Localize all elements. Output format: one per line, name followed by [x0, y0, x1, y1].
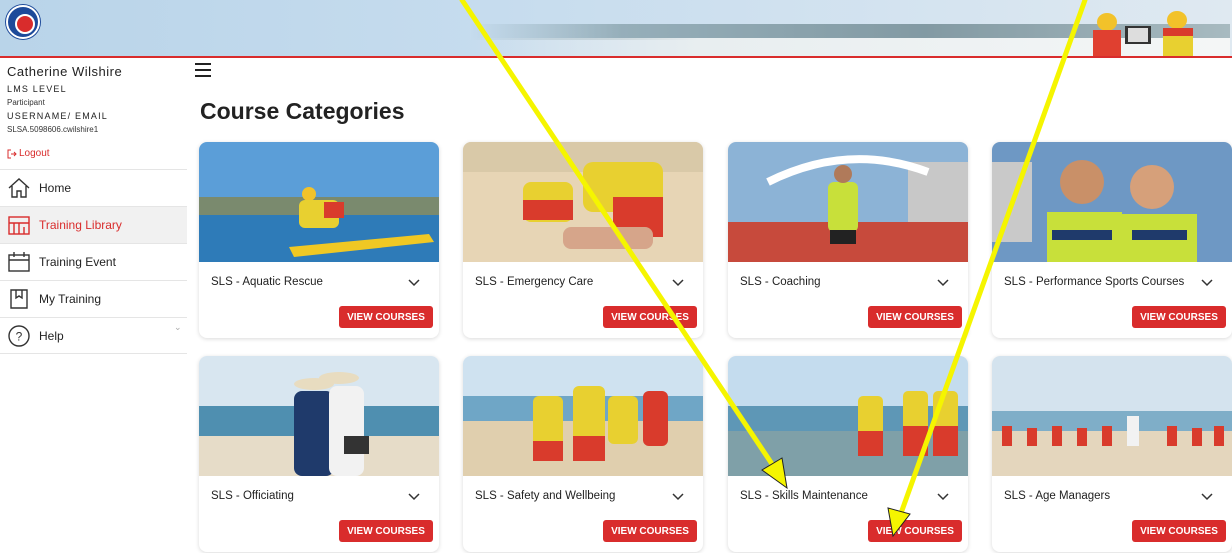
chevron-down-icon[interactable] — [407, 490, 421, 504]
officiating-image — [199, 356, 439, 476]
nav-label-help: Help — [39, 328, 64, 343]
svg-text:?: ? — [16, 329, 23, 343]
category-name: SLS - Aquatic Rescue — [211, 276, 323, 288]
banner-lifesavers-image — [1093, 11, 1193, 56]
username-value: SLSA.5098606.cwilshire1 — [7, 125, 99, 134]
coaching-image — [728, 142, 968, 262]
logout-icon — [7, 149, 17, 158]
help-icon: ? — [7, 324, 31, 348]
view-courses-button[interactable]: VIEW COURSES — [868, 306, 962, 328]
chevron-down-icon[interactable] — [936, 490, 950, 504]
category-card-performance-sports-courses[interactable]: SLS - Performance Sports Courses VIEW CO… — [992, 142, 1232, 338]
nav-item-training-library[interactable]: Training Library — [0, 206, 187, 243]
chevron-down-icon[interactable] — [671, 276, 685, 290]
aquatic-rescue-image — [199, 142, 439, 262]
category-name: SLS - Age Managers — [1004, 490, 1111, 502]
category-name: SLS - Coaching — [740, 276, 821, 288]
view-courses-button[interactable]: VIEW COURSES — [603, 306, 697, 328]
library-icon — [7, 213, 31, 237]
emergency-care-image — [463, 142, 703, 262]
sidebar: Catherine Wilshire LMS LEVEL Participant… — [0, 60, 187, 553]
chevron-down-icon[interactable] — [671, 490, 685, 504]
nav-label-training-library: Training Library — [39, 218, 122, 232]
chevron-down-icon[interactable] — [1200, 276, 1214, 290]
surf-life-saving-logo[interactable] — [6, 5, 40, 39]
app-root: Catherine Wilshire LMS LEVEL Participant… — [0, 0, 1232, 553]
view-courses-button[interactable]: VIEW COURSES — [1132, 306, 1226, 328]
nav-item-my-training[interactable]: My Training — [0, 280, 187, 317]
age-managers-image — [992, 356, 1232, 476]
category-card-safety-and-wellbeing[interactable]: SLS - Safety and Wellbeing VIEW COURSES — [463, 356, 703, 552]
view-courses-button[interactable]: VIEW COURSES — [339, 306, 433, 328]
lms-level-label: LMS LEVEL — [7, 84, 67, 94]
chevron-down-icon[interactable] — [1200, 490, 1214, 504]
logout-link[interactable]: Logout — [7, 148, 50, 159]
nav-item-training-event[interactable]: Training Event — [0, 243, 187, 280]
nav-label-home: Home — [39, 181, 72, 195]
username-label: USERNAME/ EMAIL — [7, 111, 109, 121]
home-icon — [7, 176, 31, 200]
nav-item-home[interactable]: Home — [0, 169, 187, 206]
chevron-down-icon[interactable] — [407, 276, 421, 290]
view-courses-button[interactable]: VIEW COURSES — [603, 520, 697, 542]
category-card-coaching[interactable]: SLS - Coaching VIEW COURSES — [728, 142, 968, 338]
page-title: Course Categories — [200, 98, 405, 124]
category-name: SLS - Skills Maintenance — [740, 490, 868, 502]
category-card-age-managers[interactable]: SLS - Age Managers VIEW COURSES — [992, 356, 1232, 552]
lms-level-value: Participant — [7, 98, 45, 107]
chevron-down-icon[interactable] — [936, 276, 950, 290]
logout-label: Logout — [19, 148, 50, 159]
category-name: SLS - Officiating — [211, 490, 294, 502]
safety-and-wellbeing-image — [463, 356, 703, 476]
book-icon — [7, 287, 31, 311]
calendar-icon — [7, 250, 31, 274]
nav-item-help[interactable]: ? Help — [0, 317, 187, 354]
user-name: Catherine Wilshire — [7, 64, 123, 79]
header-banner — [0, 0, 1232, 58]
category-name: SLS - Emergency Care — [475, 276, 594, 288]
performance-sports-image — [992, 142, 1232, 262]
category-name: SLS - Safety and Wellbeing — [475, 490, 616, 502]
view-courses-button[interactable]: VIEW COURSES — [868, 520, 962, 542]
sidebar-collapse-indicator: ⌄ — [174, 322, 182, 332]
nav-label-my-training: My Training — [39, 292, 102, 306]
view-courses-button[interactable]: VIEW COURSES — [339, 520, 433, 542]
category-card-aquatic-rescue[interactable]: SLS - Aquatic Rescue VIEW COURSES — [199, 142, 439, 338]
category-card-emergency-care[interactable]: SLS - Emergency Care VIEW COURSES — [463, 142, 703, 338]
category-name: SLS - Performance Sports Courses — [1004, 276, 1185, 288]
category-card-skills-maintenance[interactable]: SLS - Skills Maintenance VIEW COURSES — [728, 356, 968, 552]
nav-label-training-event: Training Event — [39, 255, 116, 269]
category-card-officiating[interactable]: SLS - Officiating VIEW COURSES — [199, 356, 439, 552]
skills-maintenance-image — [728, 356, 968, 476]
view-courses-button[interactable]: VIEW COURSES — [1132, 520, 1226, 542]
hamburger-menu-icon[interactable] — [195, 63, 211, 77]
